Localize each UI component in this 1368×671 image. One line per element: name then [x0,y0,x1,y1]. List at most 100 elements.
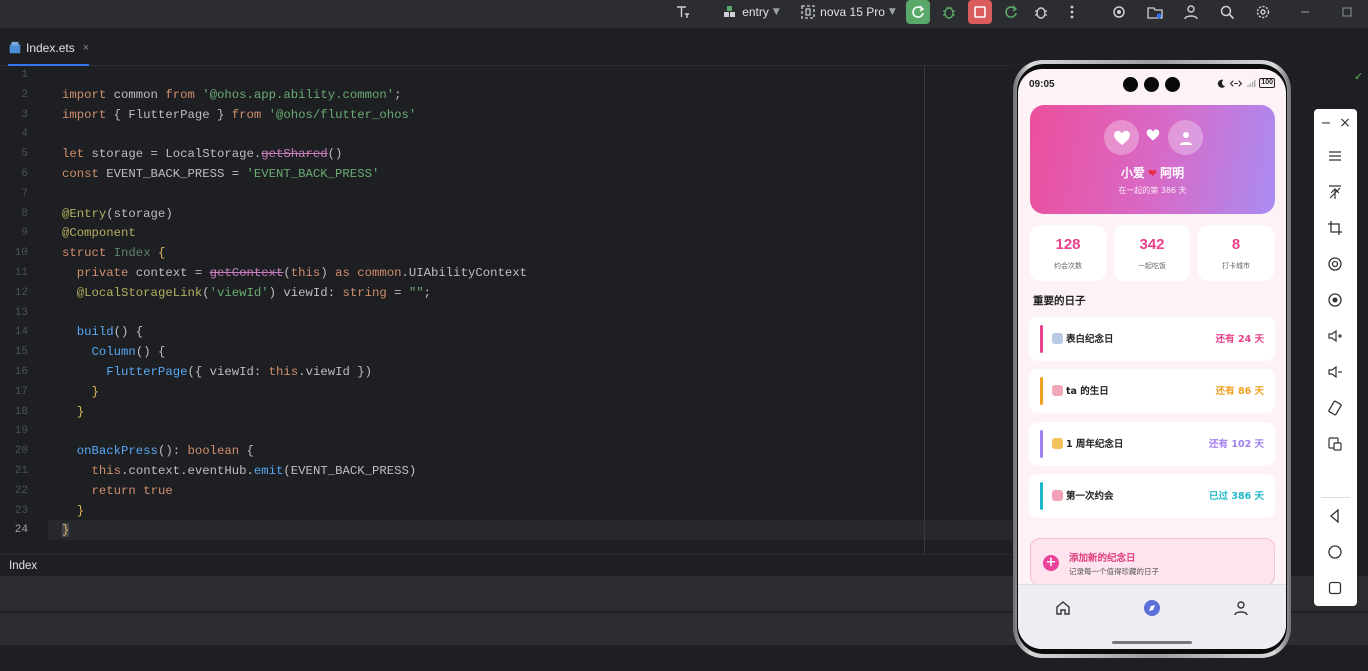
text-tool-icon[interactable] [672,0,694,24]
minimize-icon[interactable]: − [1316,113,1336,133]
ide-toolbar: entry ▼ nova 15 Pro ▼ [0,0,1368,28]
days-together: 在一起的第 386 天 [1118,186,1187,195]
anniversary-item[interactable]: 第一次约会 已过 386 天 [1029,474,1275,518]
avatar[interactable] [1168,120,1203,155]
chevron-down-icon: ▼ [888,7,896,17]
code-line-12: @LocalStorageLink('viewId') viewId: stri… [76,285,432,300]
rotate-icon[interactable] [1325,398,1345,418]
ets-file-icon [9,41,21,54]
attach-debugger-button[interactable] [1030,0,1052,24]
home-icon[interactable] [1054,599,1072,617]
heart-icon [1113,130,1130,145]
code-line-24: } [62,523,70,538]
status-icons: 100 [1217,78,1275,88]
anniversary-name: 第一次约会 [1066,491,1114,502]
line-number: 7 [21,187,28,200]
recents-icon[interactable] [1325,578,1345,598]
phone-screen[interactable]: 09:05 100 小爱 ❤ 阿明 在一起的第 386 天 128 约会次数 342… [1018,69,1286,649]
restore-window-icon[interactable] [1338,0,1356,24]
accent-bar [1040,325,1043,353]
add-anniversary-button[interactable]: + 添加新的纪念日 记录每一个值得珍藏的日子 [1030,538,1275,586]
record-icon[interactable] [1325,254,1345,274]
home-circle-icon[interactable] [1325,542,1345,562]
menu-icon[interactable] [1325,146,1345,166]
minimize-window-icon[interactable] [1296,0,1314,24]
stat-label: 约会次数 [1054,262,1082,270]
heart-icon [1146,129,1160,141]
add-anniversary-title: 添加新的纪念日 [1069,553,1136,564]
fold-icon[interactable] [1325,434,1345,454]
back-icon[interactable] [1325,506,1345,526]
stat-card[interactable]: 128 约会次数 [1030,225,1106,281]
avatar[interactable] [1104,120,1139,155]
flower-icon [1052,490,1063,501]
device-manager-icon[interactable] [1144,0,1166,24]
bug-attach-icon [1035,7,1047,19]
stat-card[interactable]: 8 打卡城市 [1198,225,1274,281]
code-line-23: } [62,503,85,518]
moon-icon [1218,79,1226,88]
plus-icon: + [1043,555,1059,571]
line-number: 6 [21,168,28,180]
volume-up-icon[interactable] [1325,326,1345,346]
code-line-6: const EVENT_BACK_PRESS = 'EVENT_BACK_PRE… [62,167,380,181]
code-line-14: build() { [76,325,144,340]
ring-icon [1052,333,1063,344]
anniversary-countdown: 还有 86 天 [1215,386,1264,397]
code-line-10: struct Index { [62,246,166,261]
anniversary-item[interactable]: 表白纪念日 还有 24 天 [1029,317,1275,361]
stat-label: 打卡城市 [1222,262,1250,270]
right-margin-guide [924,66,925,554]
stat-card[interactable]: 342 一起吃饭 [1114,225,1190,281]
tab-index-ets[interactable]: Index.ets × [8,36,90,66]
module-selector[interactable]: entry ▼ [718,0,784,24]
accent-bar [1040,377,1043,405]
line-number: 1 [21,69,28,81]
target-icon[interactable] [1108,0,1130,24]
line-number: 21 [14,465,28,477]
code-content[interactable]: import common from '@ohos.app.ability.co… [62,66,922,554]
compass-icon[interactable] [1143,599,1161,617]
debug-button[interactable] [938,0,960,24]
stop-button[interactable] [968,0,992,24]
line-number: 9 [21,227,28,240]
refresh-icon [1005,5,1018,18]
device-selector[interactable]: nova 15 Pro ▼ [798,0,898,24]
cake-icon [1052,385,1063,396]
line-number: 10 [14,247,28,260]
run-button[interactable] [906,0,930,24]
line-number: 23 [14,504,28,517]
anniversary-item[interactable]: 1 周年纪念日 还有 102 天 [1029,422,1275,466]
divider [1321,497,1350,498]
apply-changes-button[interactable] [1000,0,1022,24]
anniversary-name: 1 周年纪念日 [1066,439,1124,450]
code-editor[interactable]: 1 2 3 4 5 6 7 8 9 10 11 12 13 14 15 16 17 18 19 20 21 22 23 24 … [0,66,1013,554]
line-number-gutter: 1 2 3 4 5 6 7 8 9 10 11 12 13 14 15 16 17 18 19 20 21 22 23 24 [0,66,48,554]
gear-icon[interactable] [1252,0,1274,24]
home-indicator[interactable] [1112,641,1192,644]
breadcrumb[interactable]: Index [0,554,1013,576]
close-icon[interactable]: × [1335,113,1355,133]
line-number: 12 [14,286,28,299]
volume-down-icon[interactable] [1325,362,1345,382]
anniversary-name: 表白纪念日 [1066,334,1114,345]
account-icon[interactable] [1180,0,1202,24]
camera-cutout [1144,77,1159,92]
pin-top-icon[interactable] [1325,182,1345,202]
chevron-down-icon: ▼ [772,7,780,17]
profile-icon[interactable] [1232,599,1250,617]
module-label: entry [742,5,769,19]
code-line-11: private context = getContext(this) as co… [76,266,527,280]
close-icon[interactable]: × [83,42,89,54]
more-icon[interactable] [1062,0,1082,24]
anniversary-item[interactable]: ta 的生日 还有 86 天 [1029,369,1275,413]
bug-icon [943,6,955,19]
screenshot-icon[interactable] [1325,290,1345,310]
anniversary-countdown: 还有 102 天 [1209,439,1264,450]
section-title: 重要的日子 [1033,295,1086,307]
stop-icon [974,6,986,18]
line-number: 19 [14,425,28,438]
search-icon[interactable] [1216,0,1238,24]
crop-icon[interactable] [1325,218,1345,238]
code-line-9: @Component [62,226,136,241]
